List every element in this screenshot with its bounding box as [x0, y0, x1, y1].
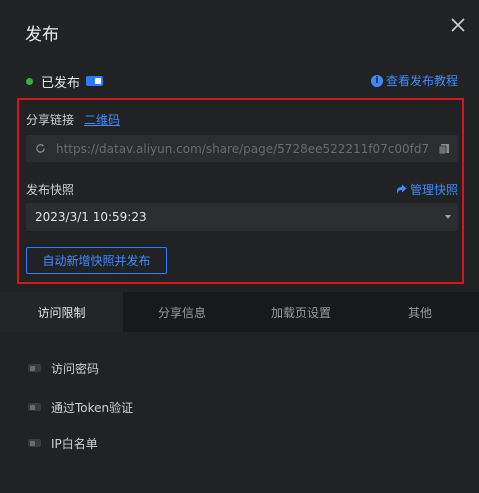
manage-snapshot-link[interactable]: 管理快照: [396, 181, 458, 198]
status-dot: [26, 77, 33, 85]
settings-tabs: 访问限制 分享信息 加载页设置 其他: [0, 292, 479, 332]
publish-tutorial-label: 查看发布教程: [385, 74, 458, 88]
option-ip-whitelist: IP白名单: [28, 435, 98, 451]
token-verify-toggle[interactable]: [28, 403, 41, 411]
manage-snapshot-label: 管理快照: [409, 183, 458, 197]
publish-toggle[interactable]: [86, 76, 104, 86]
auto-snapshot-publish-button[interactable]: 自动新增快照并发布: [26, 247, 167, 274]
dialog-title: 发布: [25, 25, 59, 45]
snapshot-select[interactable]: 2023/3/1 10:59:23: [26, 203, 458, 231]
tab-other[interactable]: 其他: [361, 292, 479, 332]
tab-share-info[interactable]: 分享信息: [123, 292, 241, 332]
token-verify-label: 通过Token验证: [51, 400, 134, 415]
close-icon[interactable]: [449, 16, 467, 34]
access-password-toggle[interactable]: [28, 364, 41, 372]
snapshot-label: 发布快照: [26, 183, 75, 197]
publish-tutorial-link[interactable]: i 查看发布教程: [370, 72, 458, 89]
option-access-password: 访问密码: [28, 360, 99, 376]
qr-code-link[interactable]: 二维码: [84, 111, 120, 128]
share-url-field[interactable]: https://datav.aliyun.com/share/page/5728…: [26, 135, 458, 162]
publish-status: 已发布: [26, 72, 104, 91]
info-icon: i: [370, 74, 383, 87]
copy-icon[interactable]: [438, 143, 450, 155]
share-url-text: https://datav.aliyun.com/share/page/5728…: [56, 141, 430, 156]
tab-loading-page[interactable]: 加载页设置: [241, 292, 361, 332]
ip-whitelist-label: IP白名单: [51, 436, 98, 451]
snapshot-selected-value: 2023/3/1 10:59:23: [35, 210, 147, 224]
status-label: 已发布: [41, 75, 81, 91]
chevron-down-icon: [445, 215, 451, 219]
share-arrow-icon: [396, 184, 407, 194]
tab-access-restriction[interactable]: 访问限制: [0, 292, 123, 332]
option-token-verify: 通过Token验证: [28, 399, 133, 415]
share-link-label: 分享链接: [26, 113, 75, 127]
access-password-label: 访问密码: [51, 361, 100, 376]
refresh-icon[interactable]: [35, 143, 46, 154]
ip-whitelist-toggle[interactable]: [28, 439, 41, 447]
publish-dialog: 发布 已发布 i 查看发布教程 分享链接 二维码 https://datav.a…: [0, 0, 479, 493]
